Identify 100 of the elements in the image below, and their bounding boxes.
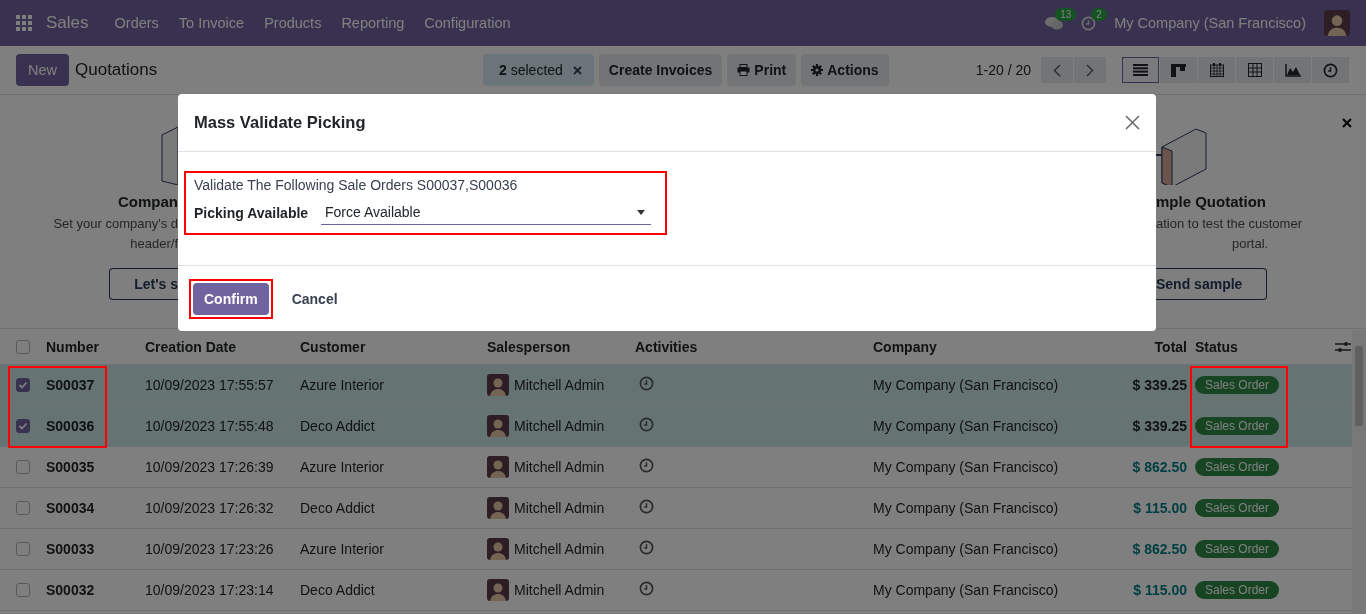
clock-icon[interactable] — [639, 458, 654, 473]
action-button[interactable]: Actions — [801, 54, 889, 86]
table-cell-text: $ 115.00 — [1132, 500, 1187, 516]
table-cell-text: My Company (San Francisco) — [873, 377, 1060, 393]
helper-text: portal. — [1231, 235, 1269, 253]
view-switch-button[interactable] — [1122, 57, 1159, 83]
app-name[interactable]: Sales — [46, 13, 89, 33]
clock-icon[interactable] — [639, 581, 654, 596]
view-switch-button[interactable] — [1198, 57, 1235, 83]
column-header[interactable]: Customer — [300, 338, 487, 355]
helper-title: Compan — [118, 193, 178, 210]
select-all-checkbox[interactable] — [16, 339, 30, 354]
view-switch-button[interactable] — [1160, 57, 1197, 83]
chevron-left-icon — [1053, 63, 1061, 77]
area-chart-icon — [1284, 63, 1301, 77]
table-cell-text: Azure Interior — [300, 541, 386, 557]
helper-text: ation to test the customer — [1156, 215, 1302, 233]
action-button[interactable]: Create Invoices — [598, 54, 723, 86]
column-header[interactable]: Creation Date — [145, 338, 300, 355]
helper-button[interactable]: Let's s — [109, 268, 178, 300]
column-header[interactable]: Total — [1073, 338, 1187, 355]
column-settings-icon[interactable] — [1335, 339, 1351, 354]
table-cell: Mitchell Admin — [514, 377, 605, 393]
view-switch-button[interactable] — [1236, 57, 1273, 83]
confirm-button[interactable]: Confirm — [193, 282, 269, 315]
table-cell-text: $ 862.50 — [1131, 459, 1187, 475]
row-checkbox[interactable] — [16, 378, 30, 392]
table-cell-text: $ 862.50 — [1131, 541, 1187, 557]
helper-text: header/f — [130, 235, 178, 253]
avatar-icon — [487, 497, 509, 519]
printer-icon — [737, 64, 751, 76]
apps-menu-icon[interactable] — [16, 15, 32, 31]
column-header[interactable]: Status — [1195, 338, 1335, 355]
table-cell: Mitchell Admin — [514, 500, 605, 516]
company-switcher[interactable]: My Company (San Francisco) — [1114, 15, 1306, 31]
row-checkbox[interactable] — [16, 501, 30, 515]
scrollbar[interactable] — [1352, 330, 1366, 614]
table-cell: Mitchell Admin — [514, 418, 605, 434]
table-cell-text: S00036 — [46, 418, 96, 434]
close-icon[interactable] — [572, 65, 582, 75]
helper-title: mple Quotation — [1156, 193, 1266, 210]
menu-item[interactable]: Orders — [114, 15, 159, 31]
column-header[interactable]: Activities — [635, 338, 873, 355]
helper-button[interactable]: Send sample — [1156, 268, 1268, 300]
status-tag: Sales Order — [1195, 417, 1280, 435]
view-switch-button[interactable] — [1274, 57, 1311, 83]
table-cell: Mitchell Admin — [514, 582, 605, 598]
menu-item[interactable]: Configuration — [424, 15, 511, 31]
table-cell-text: Deco Addict — [300, 418, 376, 434]
table-cell-text: My Company (San Francisco) — [873, 459, 1060, 475]
view-switch-button[interactable] — [1312, 57, 1349, 83]
status-tag: Sales Order — [1195, 376, 1280, 394]
avatar-icon — [487, 415, 509, 437]
table-row[interactable]: S00036 10/09/2023 17:55:48 Deco Addict Mitchell Admin My Company (San Francisco) $ 339.25 Sales Order — [0, 406, 1352, 447]
new-button[interactable]: New — [16, 54, 69, 86]
picking-select[interactable]: Force Available — [321, 200, 651, 225]
table-row[interactable]: S00037 10/09/2023 17:55:57 Azure Interior Mitchell Admin My Company (San Francisco) $ 339.25 Sales Order — [0, 365, 1352, 406]
table-cell-text: S00032 — [46, 582, 96, 598]
menu-item[interactable]: Products — [264, 15, 322, 31]
avatar-icon — [487, 579, 509, 601]
row-checkbox[interactable] — [16, 460, 30, 474]
action-button[interactable]: Print — [727, 54, 797, 86]
page-title: Quotations — [75, 60, 159, 80]
table-cell-text: My Company (San Francisco) — [873, 418, 1060, 434]
menu-item[interactable]: Reporting — [341, 15, 405, 31]
row-checkbox[interactable] — [16, 583, 30, 597]
table-cell-text: $ 339.25 — [1131, 377, 1187, 393]
checkmark-icon — [18, 421, 28, 431]
dialog-message: Validate The Following Sale Orders S00037,S00036 — [194, 177, 519, 193]
list-view-icon — [1133, 64, 1148, 76]
caret-icon — [637, 209, 645, 215]
table-cell-text: S00034 — [46, 500, 96, 516]
message-count-badge: 13 — [1055, 7, 1077, 21]
column-header[interactable]: Number — [46, 338, 145, 355]
clock-icon[interactable] — [639, 540, 654, 555]
close-icon[interactable] — [1125, 115, 1140, 130]
row-checkbox[interactable] — [16, 419, 30, 433]
checkmark-icon — [18, 380, 28, 390]
table-cell-text: 10/09/2023 17:26:32 — [145, 500, 275, 516]
avatar-icon — [487, 374, 509, 396]
table-cell-text: Deco Addict — [300, 500, 376, 516]
cancel-button[interactable]: Cancel — [280, 282, 349, 315]
close-icon[interactable] — [1342, 118, 1352, 128]
selected-count: 2 selected — [499, 62, 563, 78]
user-avatar-icon — [1324, 10, 1350, 36]
column-header[interactable]: Salesperson — [487, 338, 635, 355]
column-header[interactable]: Company — [873, 338, 1073, 355]
clock-icon[interactable] — [639, 376, 654, 391]
avatar-icon — [487, 456, 509, 478]
gear-icon — [811, 64, 824, 76]
menu-item[interactable]: To Invoice — [178, 15, 245, 31]
table-cell-text: $ 339.25 — [1131, 418, 1187, 434]
clock-icon[interactable] — [639, 499, 654, 514]
clock-icon[interactable] — [639, 417, 654, 432]
kanban-view-icon — [1171, 63, 1186, 77]
activity-count-badge: 2 — [1091, 7, 1107, 21]
clock-icon[interactable] — [1323, 62, 1338, 78]
status-tag: Sales Order — [1195, 499, 1280, 517]
row-checkbox[interactable] — [16, 542, 30, 556]
table-cell-text: 10/09/2023 17:26:39 — [145, 459, 275, 475]
